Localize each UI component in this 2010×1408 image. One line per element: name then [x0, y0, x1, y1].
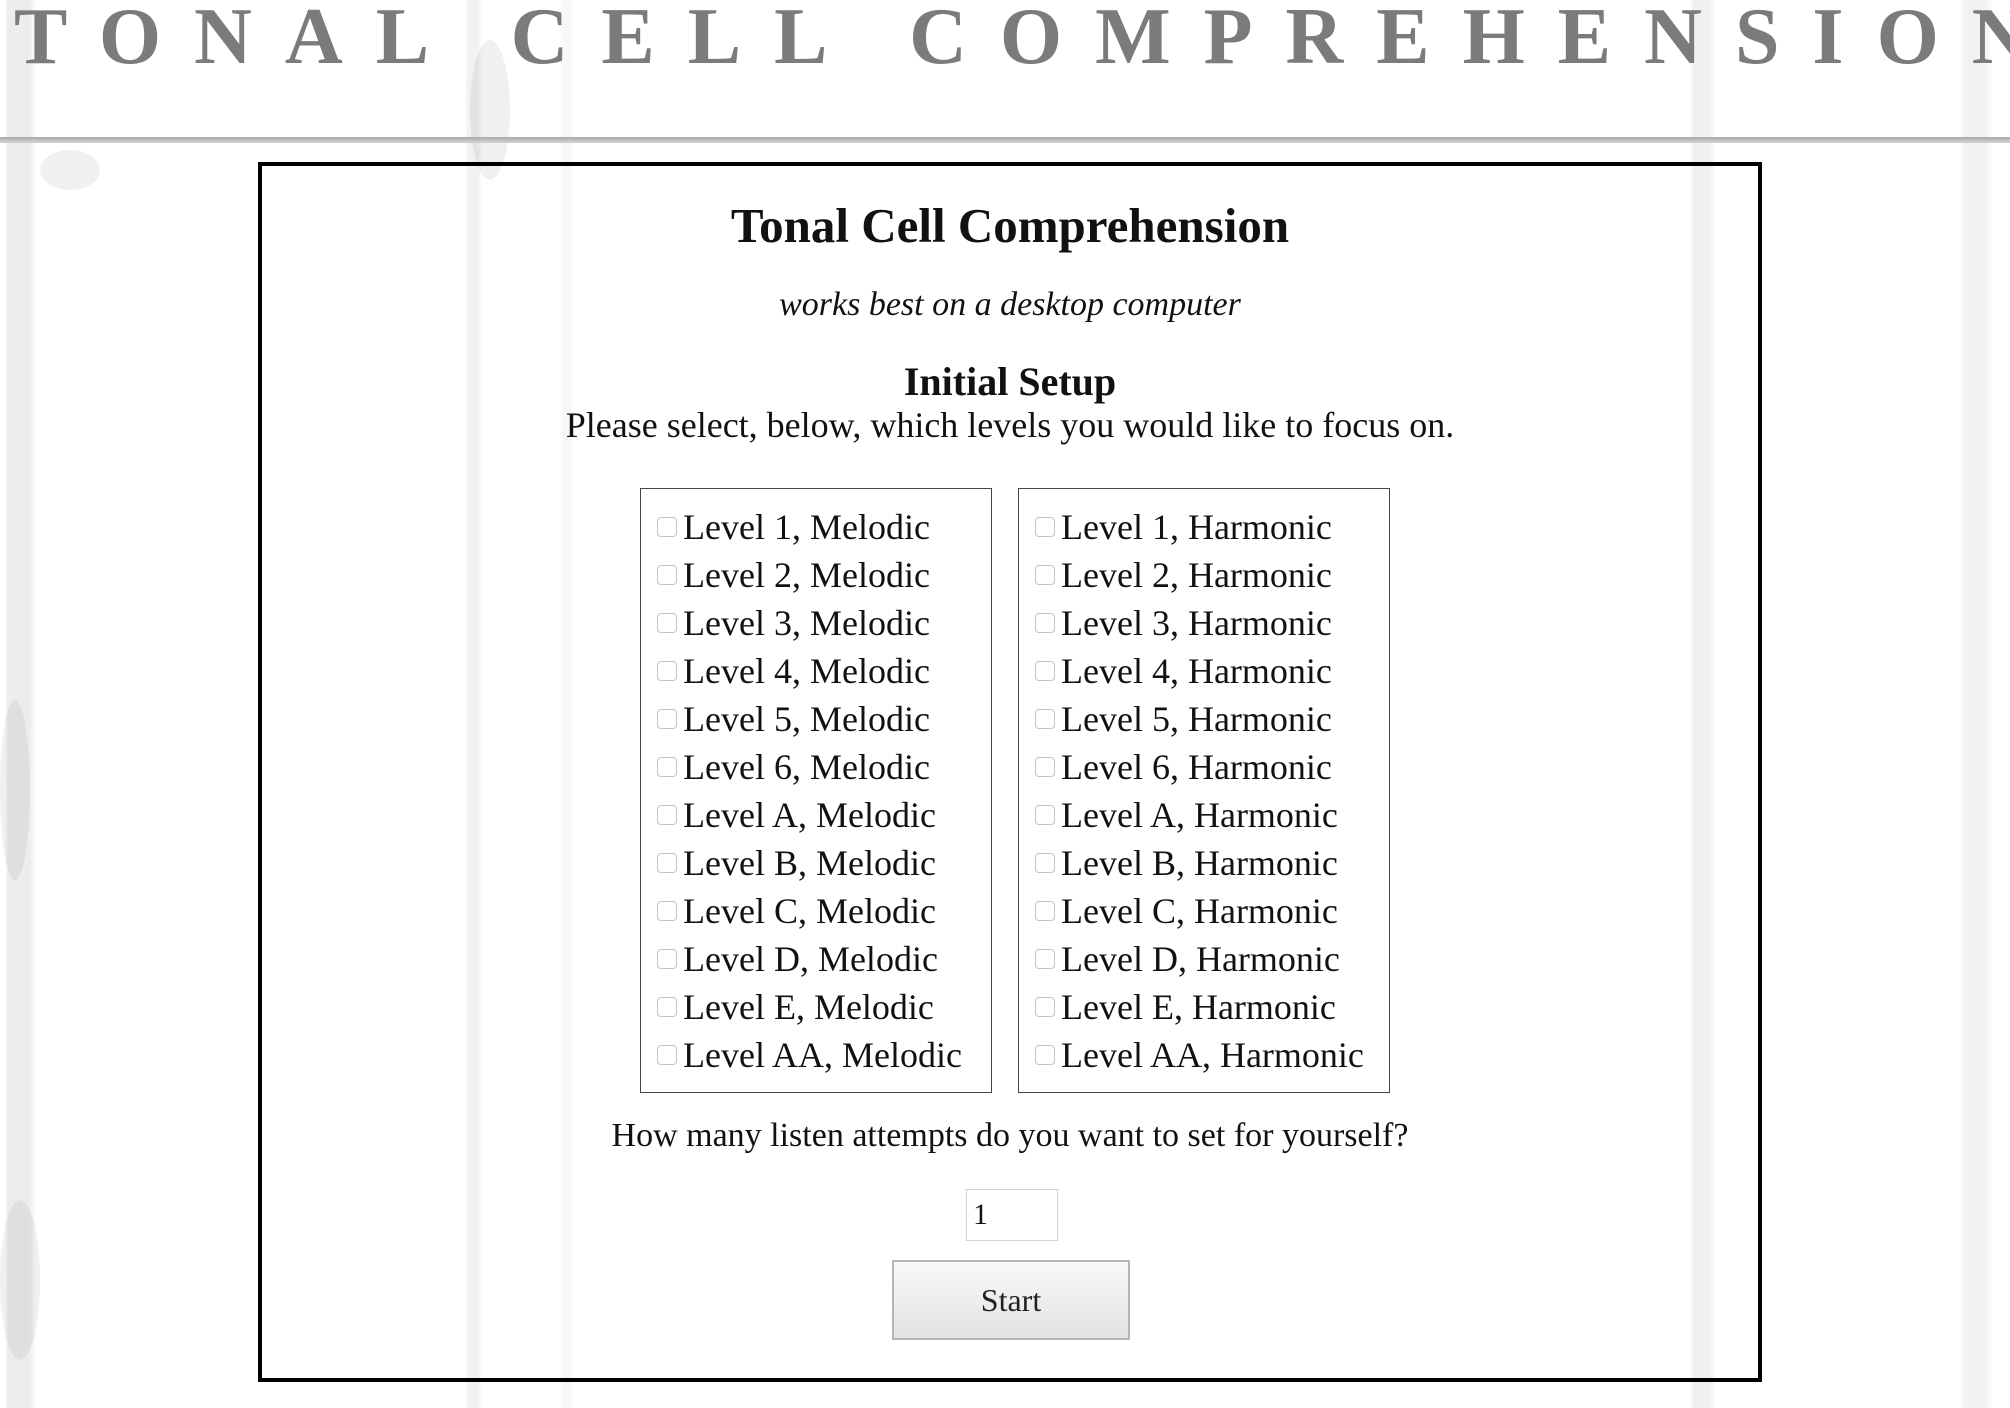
checkbox[interactable]: [1035, 661, 1055, 681]
level-option-harmonic[interactable]: Level B, Harmonic: [1019, 839, 1389, 887]
checkbox[interactable]: [1035, 997, 1055, 1017]
checkbox[interactable]: [657, 901, 677, 921]
level-option-label: Level 6, Harmonic: [1061, 747, 1332, 787]
checkbox[interactable]: [657, 709, 677, 729]
level-option-label: Level E, Melodic: [683, 987, 934, 1027]
level-option-label: Level D, Melodic: [683, 939, 938, 979]
background-streak: [40, 150, 100, 190]
site-banner-title: TONAL CELL COMPREHENSION: [14, 0, 2010, 81]
checkbox[interactable]: [1035, 565, 1055, 585]
checkbox[interactable]: [1035, 757, 1055, 777]
checkbox[interactable]: [1035, 805, 1055, 825]
checkbox[interactable]: [657, 853, 677, 873]
level-option-melodic[interactable]: Level AA, Melodic: [641, 1031, 991, 1079]
level-option-label: Level E, Harmonic: [1061, 987, 1336, 1027]
level-option-label: Level 1, Harmonic: [1061, 507, 1332, 547]
checkbox[interactable]: [657, 1045, 677, 1065]
checkbox[interactable]: [1035, 709, 1055, 729]
checkbox[interactable]: [657, 805, 677, 825]
level-option-label: Level B, Harmonic: [1061, 843, 1338, 883]
level-option-harmonic[interactable]: Level C, Harmonic: [1019, 887, 1389, 935]
attempts-input[interactable]: [966, 1189, 1058, 1241]
level-option-label: Level 5, Melodic: [683, 699, 930, 739]
checkbox[interactable]: [1035, 613, 1055, 633]
background-streak: [0, 1200, 40, 1360]
checkbox[interactable]: [1035, 853, 1055, 873]
level-option-label: Level 1, Melodic: [683, 507, 930, 547]
level-option-label: Level D, Harmonic: [1061, 939, 1340, 979]
checkbox[interactable]: [1035, 517, 1055, 537]
level-option-melodic[interactable]: Level 4, Melodic: [641, 647, 991, 695]
level-option-label: Level C, Harmonic: [1061, 891, 1338, 931]
level-option-label: Level 5, Harmonic: [1061, 699, 1332, 739]
level-option-harmonic[interactable]: Level E, Harmonic: [1019, 983, 1389, 1031]
level-option-melodic[interactable]: Level 3, Melodic: [641, 599, 991, 647]
site-header: TONAL CELL COMPREHENSION: [0, 0, 2010, 143]
checkbox[interactable]: [657, 565, 677, 585]
level-option-label: Level 4, Melodic: [683, 651, 930, 691]
level-option-melodic[interactable]: Level 5, Melodic: [641, 695, 991, 743]
level-option-melodic[interactable]: Level A, Melodic: [641, 791, 991, 839]
level-option-harmonic[interactable]: Level 5, Harmonic: [1019, 695, 1389, 743]
level-option-harmonic[interactable]: Level AA, Harmonic: [1019, 1031, 1389, 1079]
harmonic-levels-box: Level 1, Harmonic Level 2, Harmonic Leve…: [1018, 488, 1390, 1093]
level-option-label: Level C, Melodic: [683, 891, 936, 931]
level-option-label: Level AA, Harmonic: [1061, 1035, 1364, 1075]
level-option-melodic[interactable]: Level D, Melodic: [641, 935, 991, 983]
level-option-harmonic[interactable]: Level 2, Harmonic: [1019, 551, 1389, 599]
level-option-harmonic[interactable]: Level 4, Harmonic: [1019, 647, 1389, 695]
checkbox[interactable]: [657, 949, 677, 969]
level-option-harmonic[interactable]: Level 3, Harmonic: [1019, 599, 1389, 647]
checkbox[interactable]: [657, 517, 677, 537]
background-streak: [0, 700, 30, 880]
level-option-harmonic[interactable]: Level 1, Harmonic: [1019, 503, 1389, 551]
setup-panel: Tonal Cell Comprehension works best on a…: [258, 162, 1762, 1382]
level-option-melodic[interactable]: Level 2, Melodic: [641, 551, 991, 599]
header-divider: [0, 137, 2010, 143]
level-option-melodic[interactable]: Level E, Melodic: [641, 983, 991, 1031]
level-option-harmonic[interactable]: Level 6, Harmonic: [1019, 743, 1389, 791]
level-option-label: Level 2, Harmonic: [1061, 555, 1332, 595]
level-option-melodic[interactable]: Level B, Melodic: [641, 839, 991, 887]
level-option-label: Level 6, Melodic: [683, 747, 930, 787]
level-option-label: Level 2, Melodic: [683, 555, 930, 595]
device-hint: works best on a desktop computer: [779, 286, 1241, 323]
checkbox[interactable]: [1035, 1045, 1055, 1065]
setup-heading: Initial Setup: [903, 359, 1117, 404]
checkbox[interactable]: [1035, 901, 1055, 921]
level-option-label: Level 3, Harmonic: [1061, 603, 1332, 643]
level-option-label: Level B, Melodic: [683, 843, 936, 883]
attempts-question: How many listen attempts do you want to …: [611, 1117, 1409, 1154]
page-title: Tonal Cell Comprehension: [730, 198, 1290, 253]
level-option-label: Level 4, Harmonic: [1061, 651, 1332, 691]
level-option-melodic[interactable]: Level C, Melodic: [641, 887, 991, 935]
checkbox[interactable]: [657, 613, 677, 633]
start-button[interactable]: Start: [892, 1260, 1130, 1340]
level-option-label: Level A, Melodic: [683, 795, 936, 835]
checkbox[interactable]: [657, 757, 677, 777]
level-option-harmonic[interactable]: Level A, Harmonic: [1019, 791, 1389, 839]
level-option-label: Level A, Harmonic: [1061, 795, 1338, 835]
level-option-label: Level AA, Melodic: [683, 1035, 962, 1075]
level-option-melodic[interactable]: Level 1, Melodic: [641, 503, 991, 551]
checkbox[interactable]: [657, 997, 677, 1017]
melodic-levels-box: Level 1, Melodic Level 2, Melodic Level …: [640, 488, 992, 1093]
level-option-label: Level 3, Melodic: [683, 603, 930, 643]
checkbox[interactable]: [1035, 949, 1055, 969]
level-option-melodic[interactable]: Level 6, Melodic: [641, 743, 991, 791]
checkbox[interactable]: [657, 661, 677, 681]
level-option-harmonic[interactable]: Level D, Harmonic: [1019, 935, 1389, 983]
setup-instructions: Please select, below, which levels you w…: [565, 405, 1455, 445]
